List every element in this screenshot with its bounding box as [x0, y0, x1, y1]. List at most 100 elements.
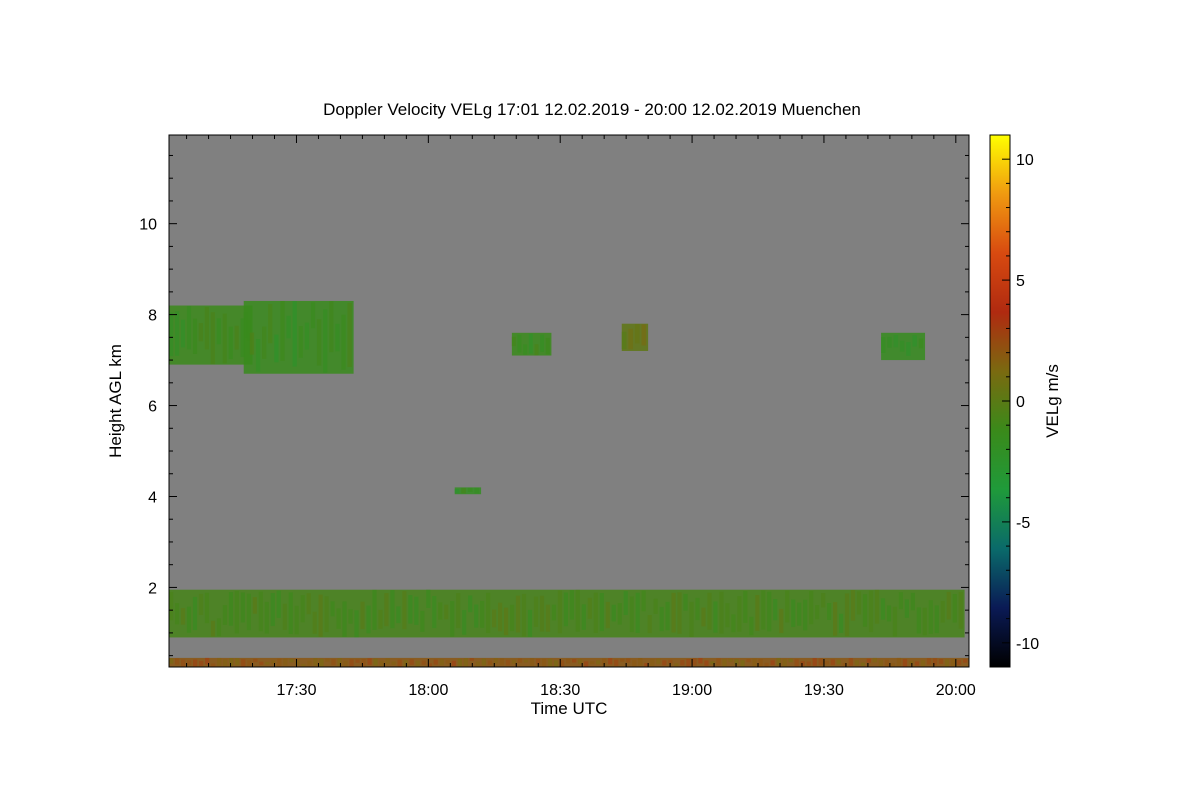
- echo-streak: [390, 590, 395, 629]
- echo-streak: [403, 660, 408, 667]
- echo-streak: [521, 593, 527, 637]
- echo-streak: [493, 658, 499, 664]
- echo-streak: [621, 331, 627, 350]
- echo-streak: [767, 591, 772, 632]
- echo-streak: [683, 593, 688, 611]
- colorbar-tick-label: -10: [1016, 636, 1039, 653]
- echo-streak: [881, 337, 886, 353]
- echo-streak: [367, 658, 372, 665]
- echo-streak: [701, 607, 706, 627]
- colorbar: 10 5 0 -5 -10 VELg m/s: [989, 134, 1062, 668]
- echo-streak: [593, 592, 598, 633]
- echo-streak: [704, 660, 709, 666]
- echo-streak: [499, 658, 505, 666]
- echo-streak: [635, 592, 640, 633]
- echo-streak: [599, 593, 604, 632]
- echo-streak: [517, 334, 522, 353]
- echo-streak: [276, 590, 281, 618]
- echo-streak: [331, 659, 336, 666]
- echo-streak: [614, 659, 619, 666]
- echo-streak: [247, 660, 252, 666]
- echo-streak: [509, 604, 515, 632]
- echo-streak: [553, 660, 559, 667]
- echo-streak: [590, 661, 595, 665]
- echo-streak: [791, 599, 796, 628]
- echo-streak: [354, 610, 359, 638]
- echo-streak: [719, 591, 724, 634]
- echo-streak: [874, 589, 880, 624]
- echo-streak: [529, 658, 535, 667]
- echo-region: [169, 305, 253, 365]
- echo-streak: [456, 593, 461, 629]
- echo-streak: [565, 658, 571, 664]
- echo-streak: [605, 601, 610, 629]
- echo-streak: [420, 610, 425, 632]
- echo-streak: [575, 589, 580, 632]
- colorbar-tick-label: 0: [1016, 394, 1025, 411]
- echo-streak: [329, 301, 334, 353]
- echo-streak: [252, 597, 257, 614]
- echo-streak: [946, 591, 951, 620]
- echo-streak: [899, 340, 905, 352]
- echo-streak: [557, 590, 563, 634]
- echo-streak: [243, 312, 248, 338]
- echo-streak: [335, 323, 340, 352]
- echo-streak: [169, 658, 174, 664]
- echo-streak: [193, 659, 198, 667]
- echo-streak: [725, 603, 730, 628]
- echo-streak: [689, 601, 694, 637]
- echo-region: [511, 332, 552, 356]
- echo-streak: [174, 311, 180, 356]
- echo-streak: [806, 661, 811, 666]
- echo-streak: [716, 658, 721, 666]
- echo-streak: [169, 312, 174, 357]
- echo-streak: [898, 592, 903, 610]
- echo-streak: [384, 593, 389, 627]
- echo-streak: [180, 319, 186, 348]
- echo-streak: [641, 590, 646, 612]
- echo-streak: [922, 607, 927, 636]
- echo-streak: [198, 593, 204, 615]
- echo-streak: [415, 660, 420, 667]
- echo-streak: [563, 592, 568, 627]
- echo-streak: [467, 487, 473, 492]
- echo-streak: [920, 660, 926, 667]
- echo-streak: [187, 660, 192, 666]
- echo-streak: [323, 309, 328, 373]
- chart-title: Doppler Velocity VELg 17:01 12.02.2019 -…: [323, 100, 861, 119]
- echo-streak: [653, 598, 658, 614]
- echo-streak: [578, 659, 583, 665]
- echo-streak: [295, 660, 300, 666]
- echo-streak: [511, 336, 516, 347]
- echo-streak: [918, 338, 924, 349]
- echo-streak: [659, 606, 664, 632]
- echo-streak: [481, 658, 486, 666]
- echo-streak: [824, 660, 829, 665]
- echo-streak: [746, 659, 751, 663]
- echo-streak: [175, 658, 180, 665]
- echo-streak: [186, 606, 192, 633]
- echo-streak: [234, 325, 239, 350]
- echo-streak: [749, 616, 754, 636]
- echo-streak: [803, 599, 808, 631]
- echo-streak: [713, 601, 718, 633]
- echo-streak: [764, 662, 769, 667]
- echo-streak: [650, 659, 655, 667]
- echo-streak: [445, 660, 450, 664]
- echo-streak: [638, 658, 643, 666]
- echo-streak: [474, 487, 480, 494]
- echo-streak: [958, 591, 963, 629]
- echo-streak: [292, 301, 297, 367]
- echo-streak: [349, 659, 354, 667]
- echo-streak: [274, 334, 279, 363]
- colorbar-tick-label: 10: [1016, 152, 1034, 169]
- echo-streak: [743, 591, 748, 623]
- echo-streak: [439, 659, 444, 666]
- echo-streak: [523, 659, 529, 663]
- echo-streak: [773, 599, 778, 621]
- colorbar-tick-label: -5: [1016, 515, 1030, 532]
- echo-streak: [728, 658, 733, 662]
- echo-streak: [312, 611, 317, 634]
- echo-streak: [450, 601, 455, 637]
- echo-streak: [186, 305, 192, 350]
